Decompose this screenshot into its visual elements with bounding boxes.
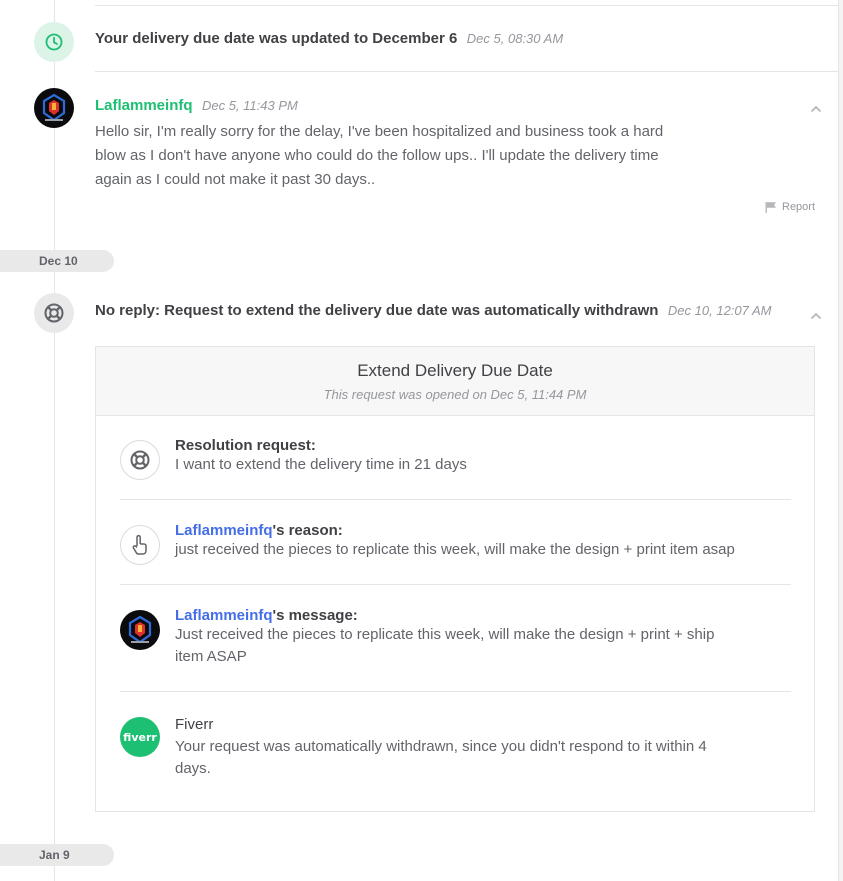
divider [120,691,791,692]
user-link[interactable]: Laflammeinfq [175,607,273,624]
due-date-update-event: Your delivery due date was updated to De… [95,30,563,48]
message-header: Laflammeinfq Dec 5, 11:43 PM [95,97,298,115]
resolution-card: Extend Delivery Due Date This request wa… [95,346,815,812]
row-label: Laflammeinfq's reason: [175,522,735,539]
card-subtitle: This request was opened on Dec 5, 11:44 … [323,387,587,402]
row-text: days. [175,760,211,777]
divider [120,499,791,500]
message-body: Hello sir, I'm really sorry for the dela… [95,120,735,192]
flag-icon [765,201,777,213]
event-text: No reply: Request to extend the delivery… [95,302,659,319]
card-title: Extend Delivery Due Date [357,361,553,380]
report-label: Report [782,201,816,213]
row-label: Resolution request: [175,437,316,454]
divider [120,584,791,585]
row-text: just received the pieces to replicate th… [175,541,735,558]
row-text: Your request was automatically withdrawn… [175,738,707,755]
withdrawn-event: No reply: Request to extend the delivery… [95,302,772,320]
message-line: again as I could not make it past 30 day… [95,171,376,188]
user-link[interactable]: Laflammeinfq [175,522,273,539]
fiverr-logo: fiverr [120,717,160,757]
lifebuoy-icon [120,440,160,480]
row-text: I want to extend the delivery time in 21… [175,456,467,473]
avatar[interactable] [120,610,160,650]
date-separator: Jan 9 [0,844,114,866]
card-header: Extend Delivery Due Date This request wa… [96,347,814,416]
fiverr-row: Fiverr Your request was automatically wi… [175,714,775,780]
row-text: item ASAP [175,648,247,665]
event-timestamp: Dec 5, 08:30 AM [466,31,564,46]
reason-row: Laflammeinfq's reason: just received the… [175,522,735,561]
timeline-rail [54,0,55,881]
lifebuoy-icon [34,293,74,333]
avatar[interactable] [34,88,74,128]
scrollbar-track[interactable] [838,0,843,881]
divider [95,5,838,6]
clock-icon [34,22,74,62]
message-author[interactable]: Laflammeinfq [95,97,193,114]
date-separator: Dec 10 [0,250,114,272]
row-text: Just received the pieces to replicate th… [175,626,715,643]
event-text: Your delivery due date was updated to De… [95,30,458,47]
message-line: blow as I don't have anyone who could do… [95,147,659,164]
row-label: Fiverr [175,716,214,733]
row-label: Laflammeinfq's message: [175,607,775,624]
message-row: Laflammeinfq's message: Just received th… [175,607,775,668]
hand-pointer-icon [120,525,160,565]
message-line: Hello sir, I'm really sorry for the dela… [95,123,664,140]
report-button[interactable]: Report [765,201,815,213]
chevron-up-icon[interactable] [810,102,822,116]
resolution-request: Resolution request: I want to extend the… [175,437,467,476]
event-timestamp: Dec 10, 12:07 AM [667,303,772,318]
chevron-up-icon[interactable] [810,309,822,323]
divider [95,71,838,72]
label-suffix: 's message: [272,607,358,624]
message-timestamp: Dec 5, 11:43 PM [201,98,298,113]
label-suffix: 's reason: [272,522,343,539]
